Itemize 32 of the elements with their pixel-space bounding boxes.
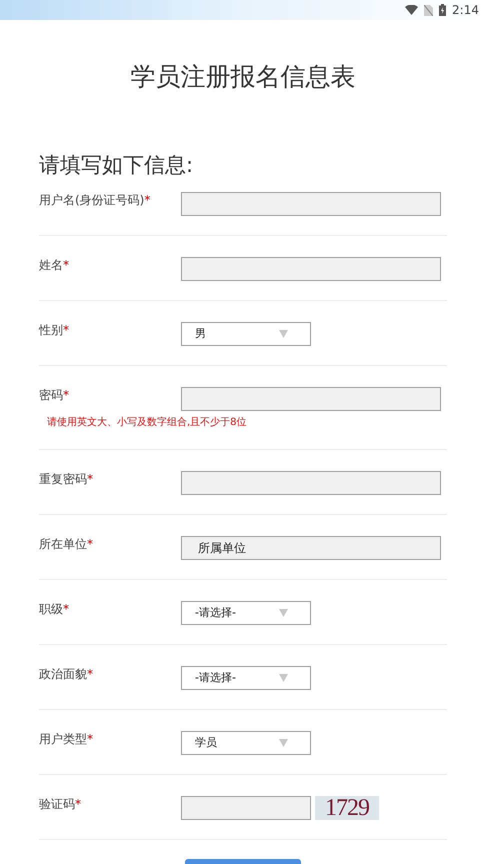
field-label: 政治面貌* <box>39 666 94 682</box>
no-sim-icon <box>424 4 434 16</box>
page-title: 学员注册报名信息表 <box>130 61 356 93</box>
field-label: 用户名(身份证号码)* <box>39 192 152 208</box>
captcha-image[interactable]: 1729 <box>315 796 379 820</box>
hint-text: 请使用英文大、小写及数字组合,且不少于8位 <box>47 416 248 430</box>
input-field[interactable] <box>181 192 441 216</box>
dropdown[interactable]: -请选择- <box>181 666 311 690</box>
field-label: 用户类型* <box>39 731 94 747</box>
field-label: 重复密码* <box>39 471 94 487</box>
dropdown-arrow-icon <box>279 739 288 747</box>
dropdown[interactable]: 学员 <box>181 731 311 755</box>
field-label: 性别* <box>39 322 70 338</box>
input-field[interactable] <box>181 471 441 495</box>
dropdown-arrow-icon <box>279 674 288 682</box>
field-label: 密码* <box>39 387 70 403</box>
field-label: 所在单位* <box>39 536 94 552</box>
dropdown[interactable]: 男 <box>181 322 311 346</box>
input-field[interactable] <box>181 796 311 820</box>
dropdown-arrow-icon <box>279 609 288 617</box>
input-field[interactable] <box>181 387 441 411</box>
input-field[interactable] <box>181 257 441 281</box>
field-label: 姓名* <box>39 257 70 273</box>
section-heading: 请填写如下信息: <box>39 152 194 179</box>
battery-icon <box>439 4 446 16</box>
field-label: 职级* <box>39 601 70 617</box>
dropdown-arrow-icon <box>279 330 288 338</box>
input-field[interactable]: 所属单位 <box>181 536 441 560</box>
wifi-icon <box>405 5 418 15</box>
clock-time: 2:14 <box>452 2 479 19</box>
field-label: 验证码* <box>39 796 82 812</box>
dropdown[interactable]: -请选择- <box>181 601 311 625</box>
